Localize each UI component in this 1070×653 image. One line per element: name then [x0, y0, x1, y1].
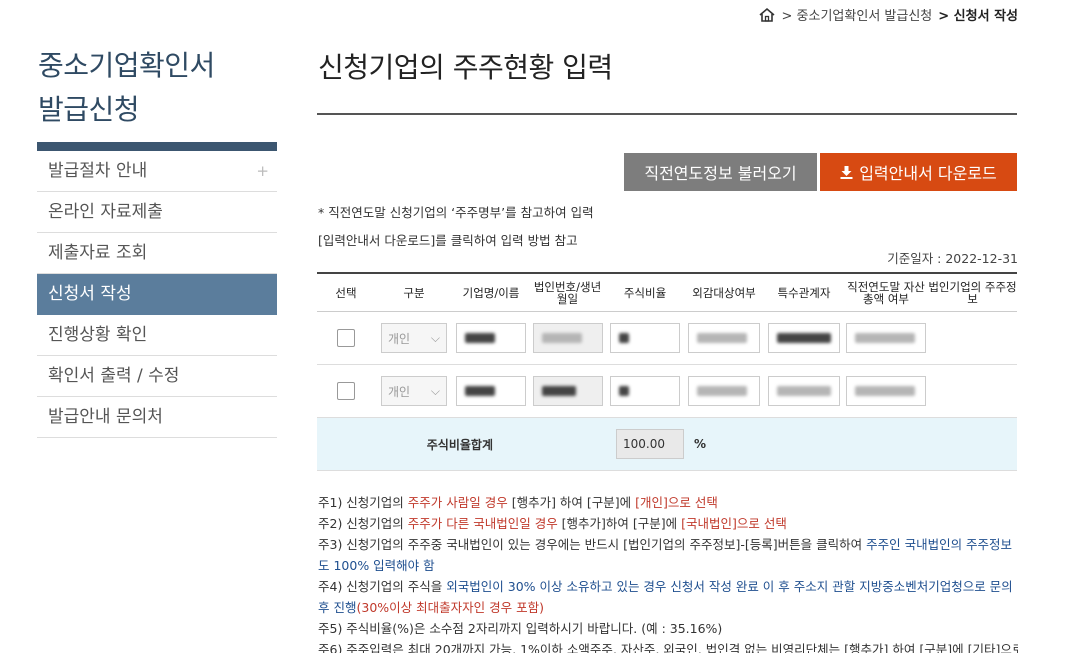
sidebar-item-submit-lookup[interactable]: 제출자료 조회 — [37, 233, 277, 274]
redacted-text — [619, 333, 629, 343]
plus-icon[interactable]: + — [256, 151, 269, 192]
redacted-text — [541, 386, 576, 396]
redacted-text — [855, 386, 915, 396]
sidebar-item-label: 신청서 작성 — [48, 284, 132, 304]
share-sum-label: 주식비율합계 — [426, 437, 493, 452]
shareholder-table: 선택 구분 기업명/이름 법인번호/생년월일 주식비율 외감대상여부 특수관계자… — [317, 272, 1017, 471]
redacted-text — [697, 333, 747, 343]
note-5: 주5) 주식비율(%)은 소수점 2자리까지 입력하시기 바랍니다. (예 : … — [318, 621, 723, 636]
note-1: 주1) 신청기업의 주주가 사람일 경우 [행추가] 하여 [구분]에 [개인]… — [318, 495, 718, 510]
share-sum-row: 주식비율합계 100.00 % — [317, 418, 1017, 471]
load-previous-year-label: 직전연도정보 불러오기 — [644, 164, 797, 183]
table-row: 개인 ⌵ — [317, 312, 1017, 365]
sidebar-item-label: 온라인 자료제출 — [48, 202, 163, 222]
sidebar-item-label: 발급안내 문의처 — [48, 407, 163, 427]
sidebar-item-label: 확인서 출력 / 수정 — [48, 366, 180, 386]
redacted-text — [465, 386, 495, 396]
id-number-input[interactable] — [532, 376, 603, 406]
share-ratio-input[interactable] — [610, 323, 680, 353]
base-date: 기준일자 : 2022-12-31 — [887, 251, 1018, 266]
sidebar-item-label: 제출자료 조회 — [48, 243, 148, 263]
table-row: 개인 ⌵ — [317, 365, 1017, 418]
sidebar-item-label: 발급절차 안내 — [48, 161, 148, 181]
title-divider — [317, 113, 1017, 115]
notes-section: 주1) 신청기업의 주주가 사람일 경우 [행추가] 하여 [구분]에 [개인]… — [318, 492, 1018, 653]
redacted-text — [541, 333, 582, 343]
download-guide-label: 입력안내서 다운로드 — [859, 164, 997, 183]
breadcrumb-item-apply[interactable]: > 중소기업확인서 발급신청 — [782, 5, 933, 24]
row-checkbox[interactable] — [337, 382, 355, 400]
header-select: 선택 — [335, 285, 357, 300]
sidebar-menu: 발급절차 안내 + 온라인 자료제출 제출자료 조회 신청서 작성 진행상황 확인… — [37, 151, 277, 438]
header-corp-shareholder-info: 법인기업의 주주정보 — [928, 279, 1017, 306]
type-select-value: 개인 — [388, 384, 411, 399]
load-previous-year-button[interactable]: 직전연도정보 불러오기 — [624, 153, 817, 191]
chevron-down-icon: ⌵ — [430, 330, 440, 345]
table-header: 선택 구분 기업명/이름 법인번호/생년월일 주식비율 외감대상여부 특수관계자… — [317, 272, 1017, 312]
redacted-text — [697, 386, 747, 396]
type-select-value: 개인 — [388, 331, 411, 346]
redacted-text — [855, 333, 915, 343]
download-icon — [840, 165, 853, 179]
sidebar-title-line2: 발급신청 — [38, 93, 140, 126]
breadcrumb: > 중소기업확인서 발급신청 > 신청서 작성 — [758, 5, 1018, 24]
sidebar-divider — [37, 142, 277, 151]
redacted-text — [777, 386, 831, 396]
audit-target-select[interactable] — [688, 376, 760, 406]
header-share-ratio: 주식비율 — [623, 285, 667, 300]
sidebar-title-line1: 중소기업확인서 — [38, 49, 215, 82]
note-download-guide: [입력안내서 다운로드]를 클릭하여 입력 방법 참고 — [318, 233, 578, 248]
sidebar-title: 중소기업확인서 발급신청 — [38, 44, 215, 132]
related-party-select[interactable] — [768, 376, 840, 406]
total-assets-select[interactable] — [846, 376, 926, 406]
note-shareholder-register: * 직전연도말 신청기업의 ‘주주명부’를 참고하여 입력 — [318, 205, 594, 220]
header-total-assets: 직전연도말 자산총액 여부 — [847, 279, 925, 306]
breadcrumb-item-current: > 신청서 작성 — [938, 9, 1018, 24]
share-sum-value: 100.00 — [616, 429, 684, 459]
name-input[interactable] — [456, 323, 526, 353]
total-assets-select[interactable] — [846, 323, 926, 353]
download-guide-button[interactable]: 입력안내서 다운로드 — [820, 153, 1017, 191]
share-sum-unit: % — [694, 437, 707, 451]
redacted-text — [619, 386, 629, 396]
home-icon[interactable] — [758, 7, 776, 23]
header-id-number: 법인번호/생년월일 — [533, 279, 602, 306]
type-select[interactable]: 개인 ⌵ — [381, 376, 447, 406]
note-2: 주2) 신청기업의 주주가 다른 국내법인일 경우 [행추가]하여 [구분]에 … — [318, 516, 787, 531]
note-6: 주6) 주주입력은 최대 20개까지 가능, 1%이하 소액주주, 자산주, 외… — [318, 642, 1018, 653]
page-title: 신청기업의 주주현황 입력 — [318, 51, 613, 84]
audit-target-select[interactable] — [688, 323, 760, 353]
name-input[interactable] — [456, 376, 526, 406]
header-name: 기업명/이름 — [462, 285, 520, 300]
chevron-down-icon: ⌵ — [430, 383, 440, 398]
sidebar-item-guide[interactable]: 발급절차 안내 + — [37, 151, 277, 192]
id-number-input[interactable] — [532, 323, 603, 353]
related-party-select[interactable] — [768, 323, 840, 353]
redacted-text — [465, 333, 495, 343]
sidebar-item-application[interactable]: 신청서 작성 — [37, 274, 277, 315]
redacted-text — [777, 333, 831, 343]
header-related-party: 특수관계자 — [777, 285, 831, 300]
sidebar-item-online-submit[interactable]: 온라인 자료제출 — [37, 192, 277, 233]
share-ratio-input[interactable] — [610, 376, 680, 406]
sidebar-item-contact[interactable]: 발급안내 문의처 — [37, 397, 277, 438]
header-type: 구분 — [403, 285, 425, 300]
sidebar-item-progress[interactable]: 진행상황 확인 — [37, 315, 277, 356]
type-select[interactable]: 개인 ⌵ — [381, 323, 447, 353]
note-4: 주4) 신청기업의 주식을 외국법인이 30% 이상 소유하고 있는 경우 신청… — [318, 579, 1013, 615]
note-3: 주3) 신청기업의 주주중 국내법인이 있는 경우에는 반드시 [법인기업의 주… — [318, 537, 1013, 573]
sidebar-item-label: 진행상황 확인 — [48, 325, 148, 345]
sidebar-item-print[interactable]: 확인서 출력 / 수정 — [37, 356, 277, 397]
row-checkbox[interactable] — [337, 329, 355, 347]
header-audit-target: 외감대상여부 — [692, 285, 756, 300]
